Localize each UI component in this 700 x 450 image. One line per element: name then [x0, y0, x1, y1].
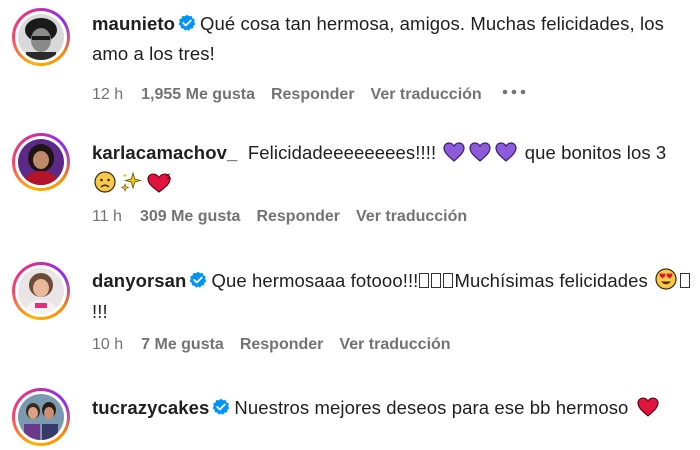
- missing-glyph: [419, 273, 430, 288]
- comment-text-block: maunieto Qué cosa tan hermosa, amigos. Mu…: [92, 10, 692, 68]
- reply-button[interactable]: Responder: [240, 336, 324, 353]
- heart-eyes-emoji: [655, 268, 677, 298]
- more-options-icon[interactable]: [502, 82, 526, 100]
- purple-heart-emoji: [495, 142, 518, 170]
- missing-glyph: [431, 273, 442, 288]
- comment-time[interactable]: 10 h: [92, 336, 123, 353]
- comment-text: Felicidadeeeeeeees!!!!: [247, 142, 437, 163]
- comment-item: tucrazycakes Nuestros mejores deseos para…: [12, 388, 692, 450]
- likes-count[interactable]: 1,955 Me gusta: [141, 86, 255, 103]
- comment-text-3: !!!: [92, 301, 108, 322]
- sparkles-emoji: [120, 171, 143, 201]
- comment-time[interactable]: 12 h: [92, 86, 123, 103]
- comment-item: danyorsan Que hermosaaa fotooo!!! Muchísim…: [12, 262, 692, 362]
- red-heart-emoji: [146, 173, 172, 201]
- comment-item: maunieto Qué cosa tan hermosa, amigos. Mu…: [12, 8, 692, 108]
- likes-count[interactable]: 7 Me gusta: [141, 336, 224, 353]
- purple-heart-emoji: [443, 142, 466, 170]
- username[interactable]: maunieto: [92, 13, 175, 34]
- comment-meta: 12 h 1,955 Me gusta Responder Ver traducció…: [92, 82, 542, 104]
- comment-time[interactable]: 11 h: [92, 208, 122, 225]
- red-heart-emoji: [636, 397, 660, 425]
- username[interactable]: danyorsan: [92, 270, 186, 291]
- comment-text: Nuestros mejores deseos para ese bb herm…: [234, 397, 629, 418]
- verified-badge-icon: [189, 269, 207, 297]
- avatar[interactable]: [12, 133, 70, 191]
- comment-text-block: danyorsan Que hermosaaa fotooo!!! Muchísim…: [92, 267, 692, 326]
- purple-heart-emoji: [469, 142, 492, 170]
- reply-button[interactable]: Responder: [271, 86, 355, 103]
- username[interactable]: karlacamachov_: [92, 142, 237, 163]
- comment-text: Que hermosaaa fotooo!!!: [211, 270, 419, 291]
- avatar[interactable]: [12, 262, 70, 320]
- verified-badge-icon: [212, 396, 230, 424]
- missing-glyph: [680, 273, 691, 288]
- translate-button[interactable]: Ver traducción: [339, 336, 450, 353]
- reply-button[interactable]: Responder: [256, 208, 340, 225]
- username[interactable]: tucrazycakes: [92, 397, 209, 418]
- avatar[interactable]: [12, 388, 70, 446]
- translate-button[interactable]: Ver traducción: [371, 86, 482, 103]
- missing-glyph: [443, 273, 454, 288]
- comment-meta: 10 h 7 Me gusta Responder Ver traducción: [92, 336, 467, 354]
- sad-face-emoji: [94, 171, 116, 201]
- comment-text-block: karlacamachov_ Felicidadeeeeeeees!!!! qu…: [92, 139, 692, 201]
- translate-button[interactable]: Ver traducción: [356, 208, 467, 225]
- comment-item: karlacamachov_ Felicidadeeeeeeees!!!! qu…: [12, 133, 692, 233]
- verified-badge-icon: [178, 12, 196, 40]
- avatar[interactable]: [12, 8, 70, 66]
- comment-text-2: que bonitos los 3: [524, 142, 667, 163]
- comment-meta: 11 h 309 Me gusta Responder Ver traducción: [92, 208, 483, 226]
- comment-text-2: Muchísimas felicidades: [454, 270, 648, 291]
- comment-text-block: tucrazycakes Nuestros mejores deseos para…: [92, 394, 692, 425]
- likes-count[interactable]: 309 Me gusta: [140, 208, 240, 225]
